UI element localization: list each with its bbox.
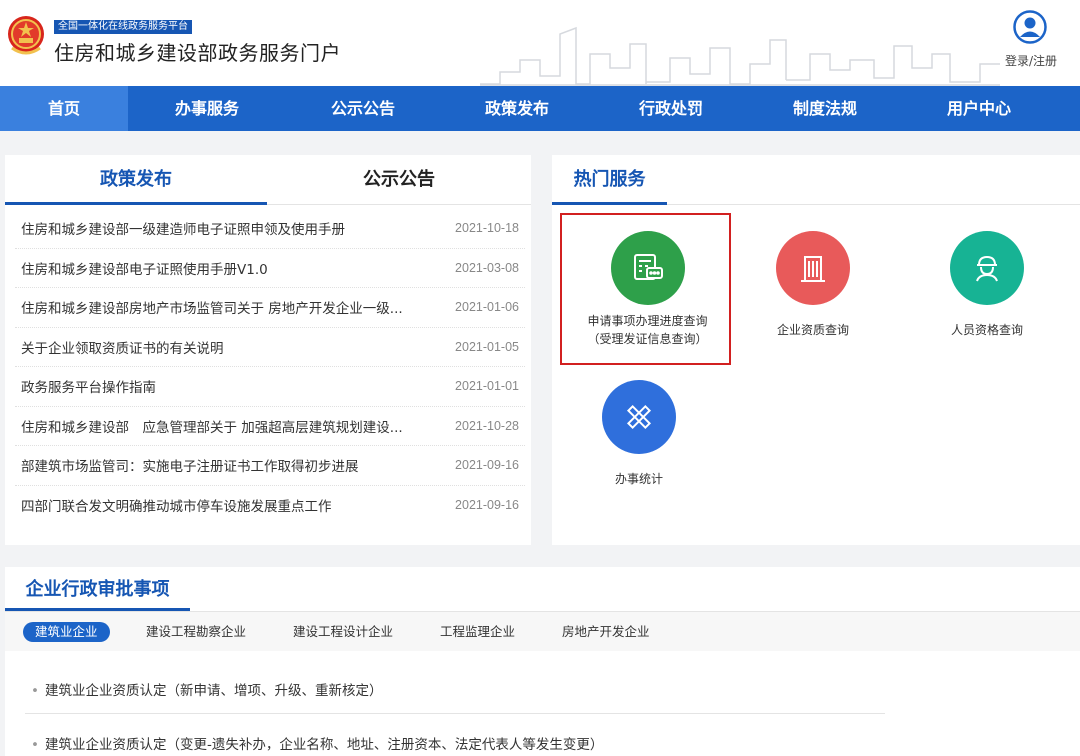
skyline-decoration <box>480 26 1000 86</box>
item-title: 住房和城乡建设部电子证照使用手册V1.0 <box>21 261 268 278</box>
approval-title: 企业行政审批事项 <box>5 567 190 611</box>
worker-icon <box>950 231 1024 305</box>
subtab-supervision[interactable]: 工程监理企业 <box>440 622 515 642</box>
list-item[interactable]: 四部门联合发文明确推动城市停车设施发展重点工作 2021-09-16 <box>15 486 525 526</box>
service-statistics[interactable]: 办事统计 <box>578 380 700 488</box>
approval-panel: 企业行政审批事项 建筑业企业 建设工程勘察企业 建设工程设计企业 工程监理企业 … <box>5 567 1080 756</box>
bullet-dot: • <box>31 683 39 699</box>
list-item[interactable]: 住房和城乡建设部电子证照使用手册V1.0 2021-03-08 <box>15 249 525 288</box>
policy-list: 住房和城乡建设部一级建造师电子证照申领及使用手册 2021-10-18 住房和城乡… <box>15 209 525 525</box>
site-header: 全国一体化在线政务服务平台 住房和城乡建设部政务服务门户 登录/注册 <box>0 0 1080 86</box>
divider <box>25 713 885 714</box>
list-item[interactable]: 部建筑市场监管司：实施电子注册证书工作取得初步进展 2021-09-16 <box>15 446 525 486</box>
hot-services-panel: 热门服务 申请事项办理进度查询 （受理发证信息查询） 企业资质查询 人员资格查询… <box>552 155 1080 545</box>
policy-panel: 政策发布 公示公告 住房和城乡建设部一级建造师电子证照申领及使用手册 2021-1… <box>5 155 531 545</box>
national-emblem-icon <box>8 16 44 55</box>
subtab-real-estate[interactable]: 房地产开发企业 <box>562 622 650 642</box>
item-date: 2021-09-16 <box>455 458 519 473</box>
item-date: 2021-01-06 <box>455 300 519 315</box>
user-avatar-icon[interactable] <box>1013 10 1047 44</box>
item-title: 住房和城乡建设部 应急管理部关于 加强超高层建筑规划建设... <box>21 419 403 436</box>
nav-item-user-center[interactable]: 用户中心 <box>902 86 1056 131</box>
service-company-qualification[interactable]: 企业资质查询 <box>752 231 874 339</box>
approval-item-text: 建筑业企业资质认定（新申请、增项、升级、重新核定） <box>44 683 383 699</box>
approval-item-text: 建筑业企业资质认定（变更-遗失补办，企业名称、地址、注册资本、法定代表人等发生变… <box>44 737 604 753</box>
approval-item[interactable]: • 建筑业企业资质认定（变更-遗失补办，企业名称、地址、注册资本、法定代表人等发生… <box>31 733 603 753</box>
item-date: 2021-01-01 <box>455 379 519 394</box>
list-item[interactable]: 住房和城乡建设部房地产市场监管司关于 房地产开发企业一级... 2021-01-0… <box>15 288 525 328</box>
item-date: 2021-03-08 <box>455 260 519 275</box>
nav-item-services[interactable]: 办事服务 <box>128 86 286 131</box>
item-date: 2021-01-05 <box>455 339 519 354</box>
nav-item-regulations[interactable]: 制度法规 <box>748 86 902 131</box>
item-date: 2021-09-16 <box>455 498 519 513</box>
list-item[interactable]: 住房和城乡建设部一级建造师电子证照申领及使用手册 2021-10-18 <box>15 209 525 249</box>
service-label-sub: （受理发证信息查询） <box>587 332 708 346</box>
item-title: 四部门联合发文明确推动城市停车设施发展重点工作 <box>21 499 332 516</box>
policy-tabs: 政策发布 公示公告 <box>5 155 531 205</box>
service-label: 企业资质查询 <box>776 323 849 337</box>
item-title: 关于企业领取资质证书的有关说明 <box>21 340 224 357</box>
service-personnel-qualification[interactable]: 人员资格查询 <box>926 231 1048 339</box>
tab-announcements[interactable]: 公示公告 <box>267 155 531 205</box>
hot-services-title: 热门服务 <box>552 155 667 205</box>
item-title: 住房和城乡建设部一级建造师电子证照申领及使用手册 <box>21 222 345 239</box>
item-title: 部建筑市场监管司：实施电子注册证书工作取得初步进展 <box>21 459 359 476</box>
item-title: 政务服务平台操作指南 <box>21 380 156 397</box>
subtab-design[interactable]: 建设工程设计企业 <box>293 622 393 642</box>
nav-item-announcements[interactable]: 公示公告 <box>286 86 440 131</box>
calculator-chat-icon <box>610 231 685 305</box>
nav-item-policy[interactable]: 政策发布 <box>440 86 594 131</box>
service-label: 办事统计 <box>614 472 663 486</box>
main-nav: 首页 办事服务 公示公告 政策发布 行政处罚 制度法规 用户中心 <box>0 86 1080 131</box>
approval-subtabs: 建筑业企业 建设工程勘察企业 建设工程设计企业 工程监理企业 房地产开发企业 <box>5 611 1080 651</box>
service-label: 申请事项办理进度查询 <box>587 314 708 328</box>
tab-policy[interactable]: 政策发布 <box>5 155 267 205</box>
item-title: 住房和城乡建设部房地产市场监管司关于 房地产开发企业一级... <box>21 301 403 318</box>
item-date: 2021-10-28 <box>455 418 519 433</box>
list-item[interactable]: 关于企业领取资质证书的有关说明 2021-01-05 <box>15 328 525 367</box>
bullet-dot: • <box>31 737 39 753</box>
item-date: 2021-10-18 <box>455 221 519 236</box>
service-progress-query[interactable]: 申请事项办理进度查询 （受理发证信息查询） <box>570 231 725 348</box>
building-icon <box>776 231 850 305</box>
nav-item-penalty[interactable]: 行政处罚 <box>594 86 748 131</box>
service-label: 人员资格查询 <box>950 323 1023 337</box>
login-register-link[interactable]: 登录/注册 <box>1000 52 1062 69</box>
platform-badge: 全国一体化在线政务服务平台 <box>54 20 192 34</box>
list-item[interactable]: 政务服务平台操作指南 2021-01-01 <box>15 367 525 407</box>
approval-item[interactable]: • 建筑业企业资质认定（新申请、增项、升级、重新核定） <box>31 679 382 699</box>
ruler-pencil-icon <box>602 380 676 454</box>
nav-item-home[interactable]: 首页 <box>0 86 128 131</box>
subtab-construction[interactable]: 建筑业企业 <box>23 622 110 642</box>
list-item[interactable]: 住房和城乡建设部 应急管理部关于 加强超高层建筑规划建设... 2021-10-2… <box>15 407 525 446</box>
subtab-survey[interactable]: 建设工程勘察企业 <box>146 622 246 642</box>
site-title: 住房和城乡建设部政务服务门户 <box>54 41 341 65</box>
